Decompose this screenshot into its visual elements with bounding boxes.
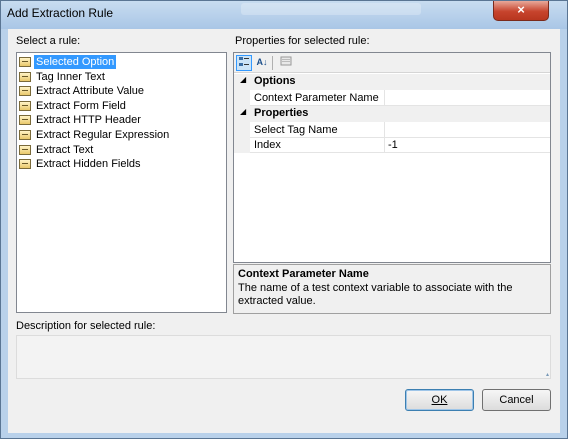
title-bar-reflection <box>241 3 421 15</box>
expand-icon[interactable]: ◢ <box>240 107 246 116</box>
select-rule-label: Select a rule: <box>16 35 81 47</box>
row-divider <box>250 152 550 153</box>
rule-icon <box>19 86 31 97</box>
row-gutter <box>234 121 250 138</box>
rule-label: Extract Form Field <box>36 99 126 112</box>
rule-icon <box>19 130 31 140</box>
sort-alpha-icon[interactable]: A↓ <box>254 55 270 71</box>
close-button[interactable]: × <box>493 1 549 21</box>
toolbar-separator <box>272 56 273 70</box>
description-label: Description for selected rule: <box>16 320 156 332</box>
resize-grip-icon: ▴ <box>545 372 549 378</box>
sort-alpha-glyph: A↓ <box>256 57 268 67</box>
rule-label: Selected Option <box>34 55 117 69</box>
property-row[interactable]: Context Parameter Name <box>234 90 550 106</box>
categorized-icon[interactable] <box>236 55 252 71</box>
cancel-button-label: Cancel <box>499 394 534 406</box>
property-name: Select Tag Name <box>254 123 338 136</box>
rule-label: Extract HTTP Header <box>36 114 141 127</box>
dialog-client: Select a rule: Selected Option Tag Inner … <box>8 29 560 433</box>
rule-icon <box>19 100 31 111</box>
property-value[interactable]: -1 <box>388 139 398 151</box>
rule-icon <box>19 115 31 126</box>
row-gutter <box>234 90 250 106</box>
property-name: Index <box>254 139 281 151</box>
rule-label: Extract Regular Expression <box>36 129 170 141</box>
property-pages-icon[interactable] <box>278 55 294 71</box>
column-divider[interactable] <box>384 137 385 153</box>
rule-icon <box>19 71 31 82</box>
ok-button[interactable]: OK <box>405 389 474 411</box>
property-category[interactable]: ◢ Options <box>234 74 550 90</box>
rule-list[interactable]: Selected Option Tag Inner Text Extract Att… <box>16 52 227 313</box>
rule-item[interactable]: Extract Text <box>19 143 95 157</box>
property-help-panel: Context Parameter Name The name of a tes… <box>233 264 551 314</box>
property-grid-toolbar: A↓ <box>234 53 550 73</box>
rule-label: Extract Text <box>36 143 94 156</box>
close-icon: × <box>517 2 525 17</box>
properties-label: Properties for selected rule: <box>235 35 370 47</box>
column-divider[interactable] <box>384 121 385 138</box>
rule-item[interactable]: Extract Hidden Fields <box>19 157 143 171</box>
rule-label: Extract Hidden Fields <box>36 158 141 171</box>
dialog-window: Add Extraction Rule × Select a rule: Sel… <box>0 0 568 439</box>
rule-item[interactable]: Extract Form Field <box>19 99 128 113</box>
rule-icon <box>19 144 31 155</box>
category-name: Options <box>254 75 296 87</box>
help-text: The name of a test context variable to a… <box>238 282 513 307</box>
expand-icon[interactable]: ◢ <box>240 75 246 84</box>
rule-icon <box>19 57 31 67</box>
category-name: Properties <box>254 106 309 119</box>
window-title: Add Extraction Rule <box>7 6 114 20</box>
rule-item[interactable]: Extract HTTP Header <box>19 113 143 127</box>
description-box: ▴ <box>16 335 551 379</box>
rule-item[interactable]: Extract Regular Expression <box>19 128 171 142</box>
rule-icon <box>19 159 31 170</box>
help-title: Context Parameter Name <box>238 268 369 280</box>
row-gutter <box>234 137 250 153</box>
property-grid[interactable]: A↓ ◢ Options Context Parameter Name ◢ Proper… <box>233 52 551 263</box>
cancel-button[interactable]: Cancel <box>482 389 551 411</box>
property-row[interactable]: Select Tag Name <box>234 121 550 138</box>
property-name: Context Parameter Name <box>254 92 379 104</box>
rule-item[interactable]: Selected Option <box>19 55 117 69</box>
title-bar[interactable]: Add Extraction Rule × <box>1 1 567 29</box>
rule-item[interactable]: Tag Inner Text <box>19 70 107 84</box>
rule-item[interactable]: Extract Attribute Value <box>19 84 146 98</box>
rule-label: Extract Attribute Value <box>36 85 145 98</box>
ok-button-label: OK <box>431 394 448 406</box>
property-row[interactable]: Index -1 <box>234 137 550 153</box>
property-category[interactable]: ◢ Properties <box>234 105 550 122</box>
column-divider[interactable] <box>384 90 385 106</box>
rule-label: Tag Inner Text <box>36 70 105 83</box>
